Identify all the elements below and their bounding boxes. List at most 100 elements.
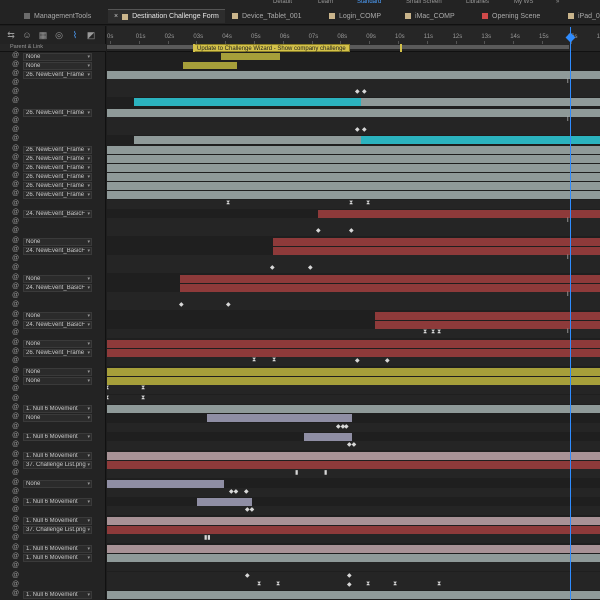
- layer-duration-bar[interactable]: [107, 526, 600, 534]
- keyframe-icon[interactable]: ◆: [347, 572, 352, 579]
- keyframe-icon[interactable]: ◆: [344, 423, 349, 430]
- pick-whip-icon[interactable]: @: [12, 516, 19, 523]
- pick-whip-icon[interactable]: @: [12, 460, 19, 467]
- pick-whip-icon[interactable]: @: [12, 70, 19, 77]
- comp-tab[interactable]: iMac_COMP: [399, 9, 461, 23]
- layer-row[interactable]: @: [0, 97, 106, 106]
- pick-whip-icon[interactable]: @: [12, 395, 19, 402]
- keyframe-icon[interactable]: ▮▮: [204, 534, 211, 541]
- parent-dropdown[interactable]: 1. Null 6 Movement ▾: [23, 553, 92, 562]
- layer-row[interactable]: @1. Null 6 Movement ▾: [0, 432, 106, 441]
- frame-blend-icon[interactable]: ▦: [38, 30, 48, 40]
- pick-whip-icon[interactable]: @: [12, 61, 19, 68]
- layer-row[interactable]: @24. NewEvent_BasicF ▾: [0, 283, 106, 292]
- pick-whip-icon[interactable]: @: [12, 488, 19, 495]
- keyframe-icon[interactable]: ▮: [324, 469, 327, 476]
- pick-whip-icon[interactable]: @: [12, 108, 19, 115]
- layer-duration-bar[interactable]: [207, 414, 352, 422]
- layer-row[interactable]: @1. Null 6 Movement ▾: [0, 516, 106, 525]
- keyframe-icon[interactable]: ◆: [245, 572, 250, 579]
- parent-dropdown[interactable]: None ▾: [23, 311, 92, 320]
- pick-whip-icon[interactable]: @: [12, 227, 19, 234]
- comp-tab[interactable]: Device_Tablet_001: [226, 9, 308, 23]
- comp-tab[interactable]: ManagementTools: [18, 9, 97, 23]
- keyframe-icon[interactable]: ◆: [362, 126, 367, 133]
- layer-row[interactable]: @: [0, 506, 106, 515]
- comp-tab[interactable]: Opening Scene: [476, 9, 546, 23]
- keyframe-icon[interactable]: ⧗: [257, 581, 261, 588]
- parent-dropdown[interactable]: 26. NewEvent_Frame ▾: [23, 163, 92, 172]
- workspace-item[interactable]: Default: [273, 0, 292, 5]
- layer-row[interactable]: @: [0, 218, 106, 227]
- parent-dropdown[interactable]: None ▾: [23, 61, 92, 70]
- layer-duration-bar[interactable]: [180, 275, 600, 283]
- parent-dropdown[interactable]: 26. NewEvent_Frame ▾: [23, 348, 92, 357]
- keyframe-icon[interactable]: ◆: [226, 301, 231, 308]
- keyframe-icon[interactable]: ⧗: [226, 200, 230, 207]
- parent-dropdown[interactable]: 37. Challenge List.png ▾: [23, 525, 92, 534]
- workspace-item[interactable]: Small Screen: [406, 0, 442, 5]
- pick-whip-icon[interactable]: @: [12, 451, 19, 458]
- layer-row[interactable]: @ None ▾: [0, 311, 106, 320]
- workspace-item[interactable]: My WS: [514, 0, 533, 5]
- pick-whip-icon[interactable]: @: [12, 172, 19, 179]
- layer-duration-bar[interactable]: [361, 98, 600, 106]
- pick-whip-icon[interactable]: @: [12, 181, 19, 188]
- layer-row[interactable]: @ None ▾: [0, 61, 106, 70]
- draft-3d-icon[interactable]: ◩: [86, 30, 96, 40]
- parent-dropdown[interactable]: 26. NewEvent_Frame ▾: [23, 172, 92, 181]
- layer-row[interactable]: @24. NewEvent_BasicF ▾: [0, 246, 106, 255]
- layer-duration-bar[interactable]: [180, 284, 600, 292]
- pick-whip-icon[interactable]: @: [12, 301, 19, 308]
- pick-whip-icon[interactable]: @: [12, 200, 19, 207]
- keyframe-icon[interactable]: ⧗: [107, 385, 109, 392]
- pick-whip-icon[interactable]: @: [12, 79, 19, 86]
- layer-row[interactable]: @26. NewEvent_Frame ▾: [0, 163, 106, 172]
- playhead-line[interactable]: [570, 27, 571, 600]
- keyframe-icon[interactable]: ⧗: [252, 357, 256, 364]
- pick-whip-icon[interactable]: @: [12, 88, 19, 95]
- pick-whip-icon[interactable]: @: [12, 497, 19, 504]
- layer-row[interactable]: @26. NewEvent_Frame ▾: [0, 145, 106, 154]
- layer-row[interactable]: @ None ▾: [0, 479, 106, 488]
- layer-row[interactable]: @26. NewEvent_Frame ▾: [0, 190, 106, 199]
- keyframe-icon[interactable]: ◆◆: [229, 488, 238, 495]
- keyframe-icon[interactable]: ◆: [355, 88, 360, 95]
- layer-duration-bar[interactable]: [107, 349, 600, 357]
- keyframe-icon[interactable]: ◆◆: [245, 506, 254, 513]
- parent-dropdown[interactable]: None ▾: [23, 237, 92, 246]
- keyframe-icon[interactable]: ⧗: [349, 200, 353, 207]
- layer-duration-bar[interactable]: [183, 62, 237, 69]
- layer-duration-bar[interactable]: [107, 517, 600, 525]
- layer-row[interactable]: @ None ▾: [0, 237, 106, 246]
- layer-row[interactable]: @ None ▾: [0, 413, 106, 422]
- layer-row[interactable]: @: [0, 385, 106, 394]
- comp-tab[interactable]: iPad_01: [562, 9, 600, 23]
- pick-whip-icon[interactable]: @: [12, 479, 19, 486]
- pick-whip-icon[interactable]: @: [12, 469, 19, 476]
- layer-row[interactable]: @: [0, 329, 106, 338]
- layer-duration-bar[interactable]: [107, 191, 600, 199]
- keyframe-icon[interactable]: ◆: [270, 264, 275, 271]
- keyframe-icon[interactable]: ◆: [347, 581, 352, 588]
- pick-whip-icon[interactable]: @: [12, 237, 19, 244]
- pick-whip-icon[interactable]: @: [12, 311, 19, 318]
- parent-dropdown[interactable]: 1. Null 6 Movement ▾: [23, 432, 92, 441]
- parent-dropdown[interactable]: None ▾: [23, 413, 92, 422]
- parent-dropdown[interactable]: 26. NewEvent_Frame ▾: [23, 154, 92, 163]
- layer-duration-bar[interactable]: [273, 238, 600, 246]
- pick-whip-icon[interactable]: @: [12, 581, 19, 588]
- layer-duration-bar[interactable]: [107, 340, 600, 348]
- workspace-item[interactable]: Learn: [318, 0, 333, 5]
- keyframe-icon[interactable]: ◆: [316, 227, 321, 234]
- layer-duration-bar[interactable]: [107, 164, 600, 172]
- layer-row[interactable]: @: [0, 534, 106, 543]
- layer-row[interactable]: @ None ▾: [0, 339, 106, 348]
- keyframe-icon[interactable]: ⧗: [431, 329, 435, 336]
- pick-whip-icon[interactable]: @: [12, 376, 19, 383]
- layer-row[interactable]: @: [0, 200, 106, 209]
- layer-duration-bar[interactable]: [273, 247, 600, 255]
- parent-dropdown[interactable]: 26. NewEvent_Frame ▾: [23, 181, 92, 190]
- pick-whip-icon[interactable]: @: [12, 209, 19, 216]
- layer-row[interactable]: @ None ▾: [0, 376, 106, 385]
